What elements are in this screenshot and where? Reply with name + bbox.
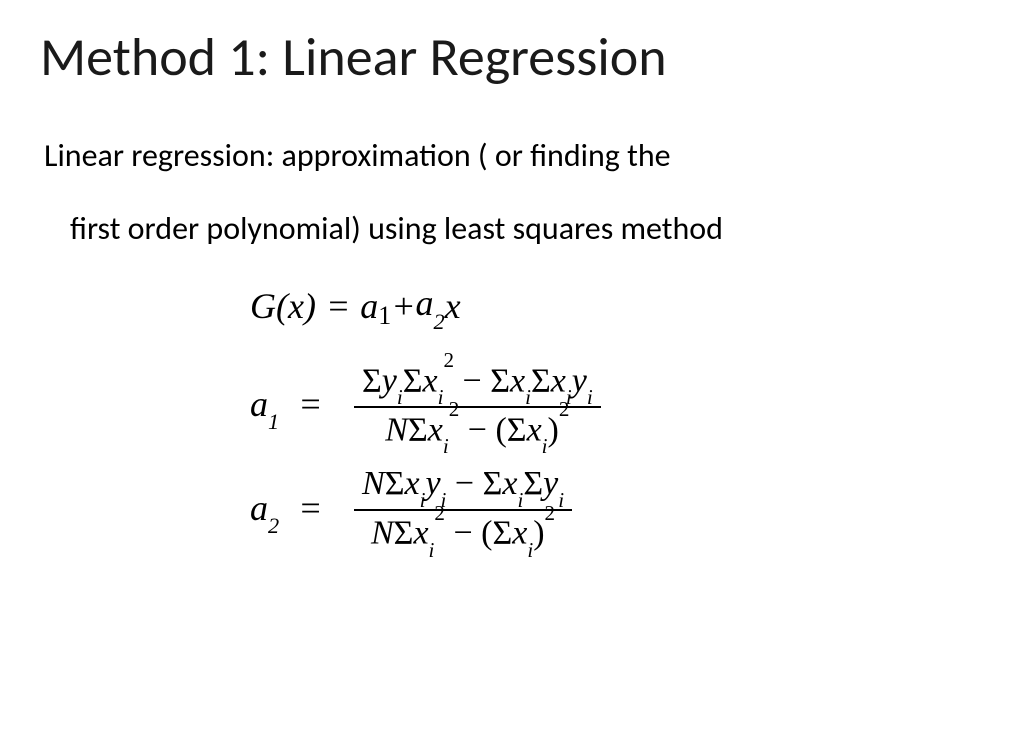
body-line-2: first order polynomial) using least squa… (70, 209, 984, 248)
equation-a1: a1 = ΣyiΣxi2 − ΣxiΣxiyi NΣxi2 − (Σxi)2 (250, 359, 984, 456)
a1-lhs-sub: 1 (268, 409, 279, 434)
a2-fraction: NΣxiyi − ΣxiΣyi NΣxi2 − (Σxi)2 (354, 463, 572, 558)
a2-var: a (416, 283, 434, 323)
a1-var: a (360, 286, 378, 326)
a1-equals: = (298, 384, 322, 424)
equals-sign: = (326, 287, 350, 327)
model-lhs: G(x) (250, 287, 316, 327)
a1-lhs-var: a (250, 384, 268, 424)
model-a2: a2 (416, 284, 445, 329)
model-x: x (445, 287, 461, 327)
a1-sub: 1 (378, 301, 391, 330)
model-a1: a1 (360, 287, 391, 327)
a2-denominator: NΣxi2 − (Σxi)2 (363, 511, 563, 558)
a2-equals: = (298, 488, 322, 528)
a1-denominator: NΣxi2 − (Σxi)2 (377, 408, 577, 455)
a2-lhs-var: a (250, 488, 268, 528)
a1-fraction: ΣyiΣxi2 − ΣxiΣxiyi NΣxi2 − (Σxi)2 (354, 359, 601, 456)
a2-numerator: NΣxiyi − ΣxiΣyi (354, 463, 572, 509)
body-line-1: Linear regression: approximation ( or fi… (44, 136, 984, 175)
equation-model: G(x) = a1 + a2 x (250, 284, 984, 329)
equation-a2: a2 = NΣxiyi − ΣxiΣyi NΣxi2 − (Σxi)2 (250, 463, 984, 558)
a1-lhs: a1 = (250, 385, 342, 430)
slide: Method 1: Linear Regression Linear regre… (0, 0, 1024, 746)
slide-title: Method 1: Linear Regression (40, 24, 984, 90)
a2-sub: 2 (434, 309, 445, 334)
equation-block: G(x) = a1 + a2 x a1 = ΣyiΣxi2 − ΣxiΣxiyi (40, 284, 984, 559)
a2-lhs: a2 = (250, 489, 342, 534)
a2-lhs-sub: 2 (268, 513, 279, 538)
plus-sign: + (391, 287, 415, 327)
